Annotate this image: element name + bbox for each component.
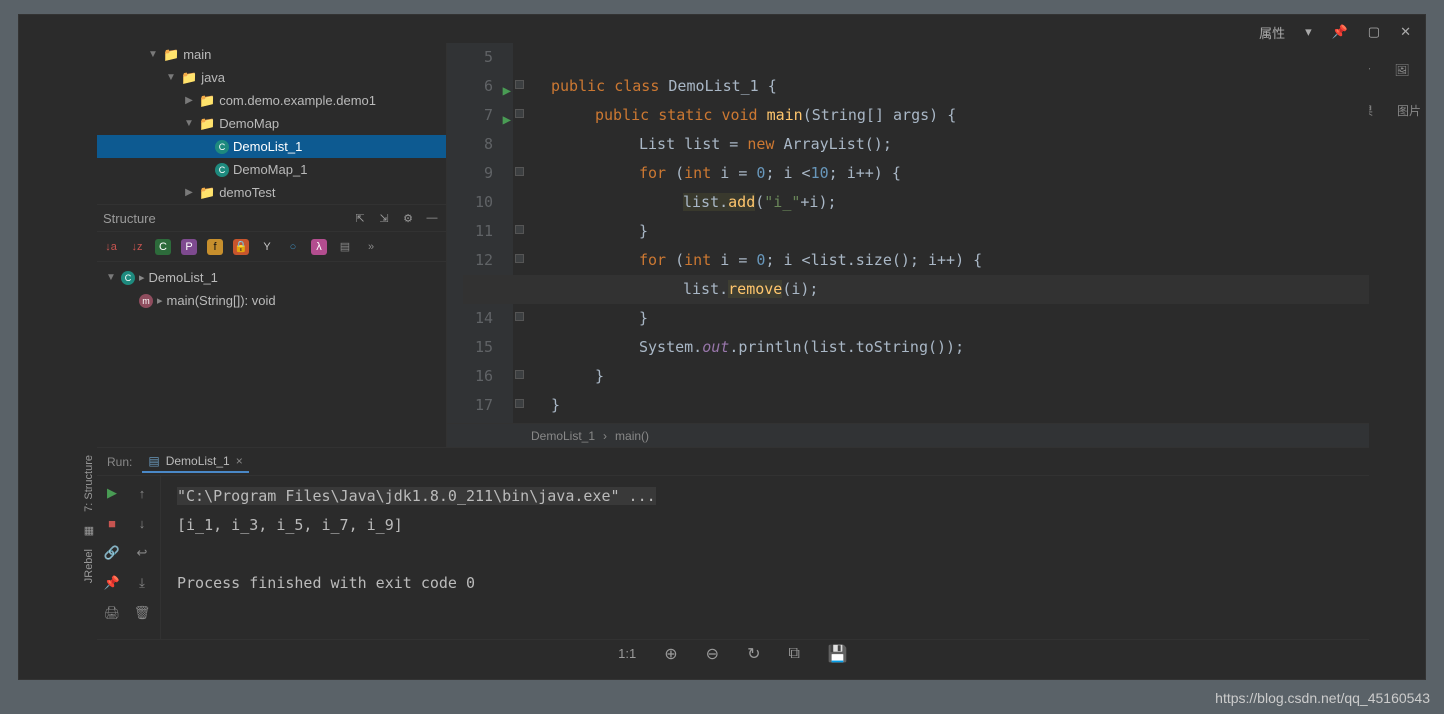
up-button[interactable]: ↑ [131, 482, 153, 504]
show-inherited-icon[interactable]: ○ [285, 239, 301, 255]
line-gutter: 5 6▶ 7▶ 8 9 10 11 12 13 14 15 16 17 [447, 43, 513, 423]
fold-column[interactable] [513, 43, 527, 423]
tree-demomap1[interactable]: C DemoMap_1 [97, 158, 446, 181]
tree-label: demoTest [219, 185, 275, 200]
show-anon-icon[interactable]: λ [311, 239, 327, 255]
tree-label: java [201, 70, 225, 85]
structure-class[interactable]: ▼ C ▸ DemoList_1 [97, 266, 446, 289]
console-cmd: "C:\Program Files\Java\jdk1.8.0_211\bin\… [177, 487, 656, 505]
scroll-end-button[interactable]: ⤓ [131, 572, 153, 594]
soft-wrap-button[interactable]: ↩ [131, 542, 153, 564]
method-icon: m [139, 294, 153, 308]
console-line: [i_1, i_3, i_5, i_7, i_9] [177, 511, 1353, 540]
tree-label: DemoMap_1 [233, 162, 307, 177]
show-nonpublic-icon[interactable]: Y [259, 239, 275, 255]
console-output[interactable]: "C:\Program Files\Java\jdk1.8.0_211\bin\… [161, 476, 1369, 639]
code-editor[interactable]: public class DemoList_1 { public static … [551, 43, 1369, 423]
image-icon[interactable]: 🖼 [1394, 63, 1409, 77]
run-label: Run: [107, 455, 132, 469]
zoom-out-icon[interactable]: ⊖ [706, 644, 719, 664]
run-tab-name: DemoList_1 [166, 454, 230, 468]
tree-main[interactable]: ▼📁 main [97, 43, 446, 66]
properties-label: 属性 [1259, 23, 1285, 42]
console-exit: Process finished with exit code 0 [177, 569, 1353, 598]
picture-label: 图片 [1397, 102, 1421, 119]
close-tab-icon[interactable]: × [236, 454, 243, 468]
sort-alpha-icon[interactable]: ↓a [103, 239, 119, 255]
autoscroll-icon[interactable]: ▤ [337, 239, 353, 255]
tree-demotest[interactable]: ▶📁 demoTest [97, 181, 446, 204]
watermark: https://blog.csdn.net/qq_45160543 [1215, 690, 1430, 706]
tree-demolist1[interactable]: C DemoList_1 [97, 135, 446, 158]
tree-demomap[interactable]: ▼📁 DemoMap [97, 112, 446, 135]
class-icon: C [215, 163, 229, 177]
crop-icon[interactable]: ⧉ [788, 645, 799, 663]
run-gutter-icon[interactable]: ▶ [503, 77, 511, 106]
structure-title: Structure [103, 211, 344, 226]
more-icon[interactable]: » [363, 239, 379, 255]
tree-java[interactable]: ▼📁 java [97, 66, 446, 89]
show-props-icon[interactable]: P [181, 239, 197, 255]
show-class-icon[interactable]: C [155, 239, 171, 255]
structure-tab[interactable]: 7: Structure [83, 455, 95, 512]
stop-button[interactable]: ■ [101, 512, 123, 534]
structure-class-label: DemoList_1 [149, 270, 218, 285]
structure-method-label: main(String[]): void [167, 293, 276, 308]
tree-label: com.demo.example.demo1 [219, 93, 376, 108]
pin-icon[interactable]: 📌 [1332, 24, 1348, 40]
close-icon[interactable]: ✕ [1400, 24, 1411, 40]
print-button[interactable]: 🖨 [101, 602, 123, 624]
save-icon[interactable]: 💾 [828, 644, 848, 664]
run-gutter-icon[interactable]: ▶ [503, 106, 511, 135]
maximize-icon[interactable]: ▢ [1368, 24, 1380, 40]
show-private-icon[interactable]: 🔒 [233, 239, 249, 255]
jrebel-tab[interactable]: JRebel [83, 549, 95, 583]
collapse-icon[interactable]: ⇲ [376, 210, 392, 226]
link-button[interactable]: 🔗 [101, 542, 123, 564]
class-icon: C [215, 140, 229, 154]
minimize-icon[interactable]: — [424, 210, 440, 226]
expand-icon[interactable]: ⇱ [352, 210, 368, 226]
trash-button[interactable]: 🗑 [131, 602, 153, 624]
rerun-button[interactable]: ▶ [101, 482, 123, 504]
class-icon: C [121, 271, 135, 285]
tree-label: DemoMap [219, 116, 279, 131]
breadcrumb-method[interactable]: main() [615, 429, 649, 443]
run-tab-icon[interactable]: ▦ [84, 524, 94, 537]
tree-package[interactable]: ▶📁 com.demo.example.demo1 [97, 89, 446, 112]
zoom-ratio: 1:1 [618, 646, 636, 661]
zoom-in-icon[interactable]: ⊕ [664, 644, 677, 664]
down-button[interactable]: ↓ [131, 512, 153, 534]
tree-label: main [183, 47, 211, 62]
structure-method[interactable]: m ▸ main(String[]): void [97, 289, 446, 312]
tree-label: DemoList_1 [233, 139, 302, 154]
sort-vis-icon[interactable]: ↓z [129, 239, 145, 255]
pin-button[interactable]: 📌 [101, 572, 123, 594]
run-tab[interactable]: ▤ DemoList_1 × [142, 451, 248, 473]
rotate-icon[interactable]: ↻ [747, 644, 760, 664]
show-fields-icon[interactable]: f [207, 239, 223, 255]
breadcrumb-class[interactable]: DemoList_1 [531, 429, 595, 443]
gear-icon[interactable]: ⚙ [400, 210, 416, 226]
